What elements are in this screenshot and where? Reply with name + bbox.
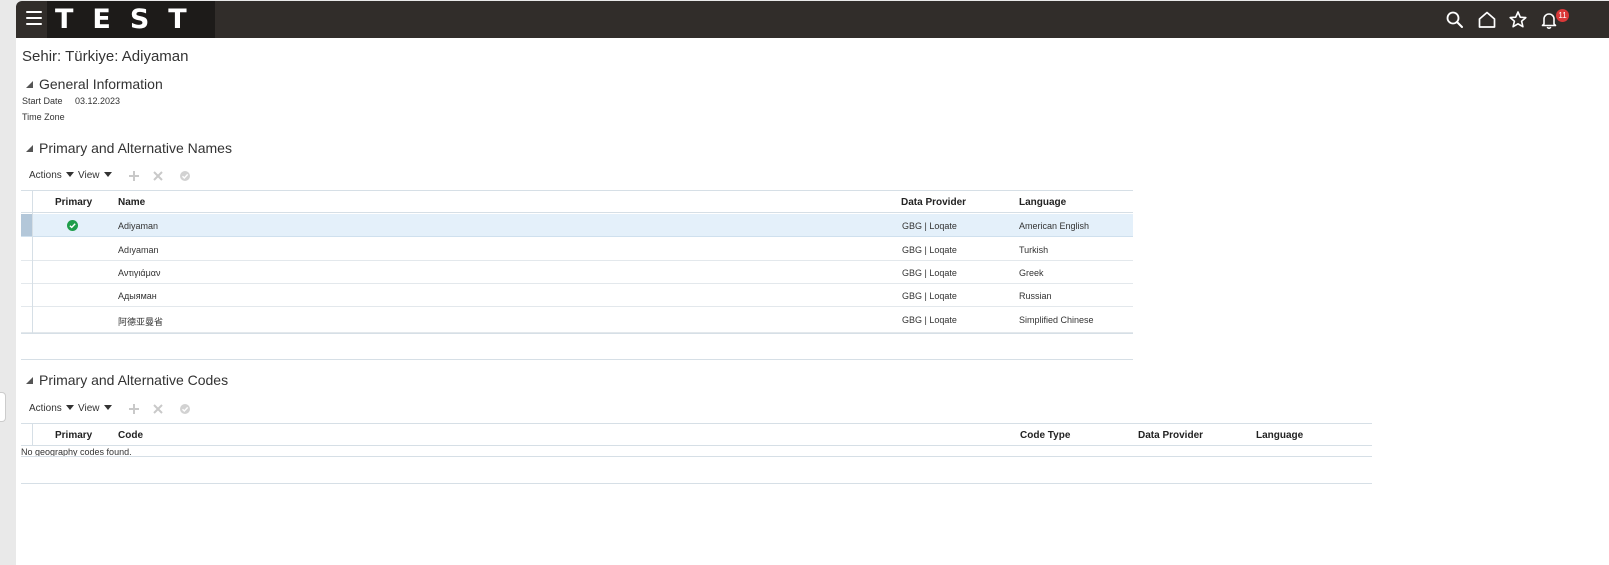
table-row[interactable]: Αντιγιάμαν GBG | Loqate Greek xyxy=(21,261,1133,284)
cell-data-provider: GBG | Loqate xyxy=(902,221,957,231)
column-header-language[interactable]: Language xyxy=(1256,430,1303,441)
section-general-information[interactable]: General Information xyxy=(26,76,163,92)
names-table: Primary Name Data Provider Language Adiy… xyxy=(21,190,1133,335)
column-header-data-provider[interactable]: Data Provider xyxy=(1138,430,1203,441)
row-selector[interactable] xyxy=(21,214,32,236)
cell-language: American English xyxy=(1019,221,1090,231)
column-header-code-type[interactable]: Code Type xyxy=(1020,430,1070,441)
section-codes[interactable]: Primary and Alternative Codes xyxy=(26,372,228,388)
section-divider xyxy=(21,359,1133,360)
cell-name: 阿德亚曼省 xyxy=(118,317,164,327)
collapse-triangle-icon xyxy=(26,81,33,88)
cell-language: Simplified Chinese xyxy=(1019,315,1094,325)
codes-table: Primary Code Code Type Data Provider Lan… xyxy=(21,423,1372,447)
section-heading: Primary and Alternative Codes xyxy=(39,372,229,388)
top-bar: TEST 11 xyxy=(16,1,1609,38)
app-logo[interactable]: TEST xyxy=(47,1,215,38)
cell-data-provider: GBG | Loqate xyxy=(902,245,957,255)
view-label: View xyxy=(78,170,100,181)
actions-label: Actions xyxy=(29,170,62,181)
favorites-star-icon[interactable] xyxy=(1508,10,1528,30)
section-heading: Primary and Alternative Names xyxy=(39,140,232,156)
start-date-label: Start Date xyxy=(22,96,63,106)
cell-language: Turkish xyxy=(1019,245,1049,255)
section-names[interactable]: Primary and Alternative Names xyxy=(26,140,232,156)
table-footer-divider xyxy=(21,333,1133,334)
row-selector[interactable] xyxy=(21,261,32,283)
caret-down-icon xyxy=(103,405,112,410)
cell-data-provider: GBG | Loqate xyxy=(902,268,957,278)
collapse-triangle-icon xyxy=(26,145,33,152)
table-row[interactable]: Adıyaman GBG | Loqate Turkish xyxy=(21,238,1133,261)
time-zone-label: Time Zone xyxy=(22,112,65,122)
delete-icon[interactable] xyxy=(152,170,164,182)
actions-label: Actions xyxy=(29,403,62,414)
view-menu-button[interactable]: View xyxy=(78,403,112,414)
row-selector[interactable] xyxy=(21,307,32,332)
section-divider xyxy=(21,483,1372,484)
codes-table-header: Primary Code Code Type Data Provider Lan… xyxy=(21,423,1372,446)
column-header-primary[interactable]: Primary xyxy=(55,197,92,208)
primary-check-icon xyxy=(67,220,78,231)
row-selector[interactable] xyxy=(21,284,32,306)
table-row[interactable]: Adiyaman GBG | Loqate American English xyxy=(21,214,1133,237)
actions-menu-button[interactable]: Actions xyxy=(29,403,74,414)
caret-down-icon xyxy=(65,405,74,410)
column-header-code[interactable]: Code xyxy=(118,430,143,441)
cell-data-provider: GBG | Loqate xyxy=(902,315,957,325)
side-panel-handle[interactable] xyxy=(0,392,6,422)
menu-icon[interactable] xyxy=(26,11,42,25)
cell-name: Adıyaman xyxy=(118,245,159,255)
table-footer-divider xyxy=(21,456,1372,457)
add-icon[interactable] xyxy=(128,403,140,415)
notification-badge: 11 xyxy=(1556,9,1569,22)
cell-name: Адыяман xyxy=(118,291,157,301)
caret-down-icon xyxy=(65,172,74,177)
view-menu-button[interactable]: View xyxy=(78,170,112,181)
search-icon[interactable] xyxy=(1445,10,1465,30)
selector-column-divider xyxy=(32,190,33,333)
add-icon[interactable] xyxy=(128,170,140,182)
table-row[interactable]: 阿德亚曼省 GBG | Loqate Simplified Chinese xyxy=(21,307,1133,333)
section-heading: General Information xyxy=(39,76,163,92)
cell-language: Russian xyxy=(1019,291,1052,301)
column-header-name[interactable]: Name xyxy=(118,197,145,208)
cell-name: Adiyaman xyxy=(118,221,159,231)
start-date-value: 03.12.2023 xyxy=(75,96,121,106)
set-primary-icon[interactable] xyxy=(179,403,191,415)
home-icon[interactable] xyxy=(1477,10,1497,30)
actions-menu-button[interactable]: Actions xyxy=(29,170,74,181)
column-header-language[interactable]: Language xyxy=(1019,197,1066,208)
cell-language: Greek xyxy=(1019,268,1044,278)
row-selector[interactable] xyxy=(21,238,32,260)
set-primary-icon[interactable] xyxy=(179,170,191,182)
cell-data-provider: GBG | Loqate xyxy=(902,291,957,301)
cell-name: Αντιγιάμαν xyxy=(118,268,161,278)
app-frame: TEST 11 Sehir: Türkiye: Adiyaman General… xyxy=(16,1,1609,565)
collapse-triangle-icon xyxy=(26,377,33,384)
column-header-primary[interactable]: Primary xyxy=(55,430,92,441)
column-header-data-provider[interactable]: Data Provider xyxy=(901,197,966,208)
view-label: View xyxy=(78,403,100,414)
names-table-header: Primary Name Data Provider Language xyxy=(21,190,1133,213)
table-row[interactable]: Адыяман GBG | Loqate Russian xyxy=(21,284,1133,307)
caret-down-icon xyxy=(103,172,112,177)
page-title: Sehir: Türkiye: Adiyaman xyxy=(22,48,189,65)
delete-icon[interactable] xyxy=(152,403,164,415)
selector-column-divider xyxy=(32,423,33,446)
